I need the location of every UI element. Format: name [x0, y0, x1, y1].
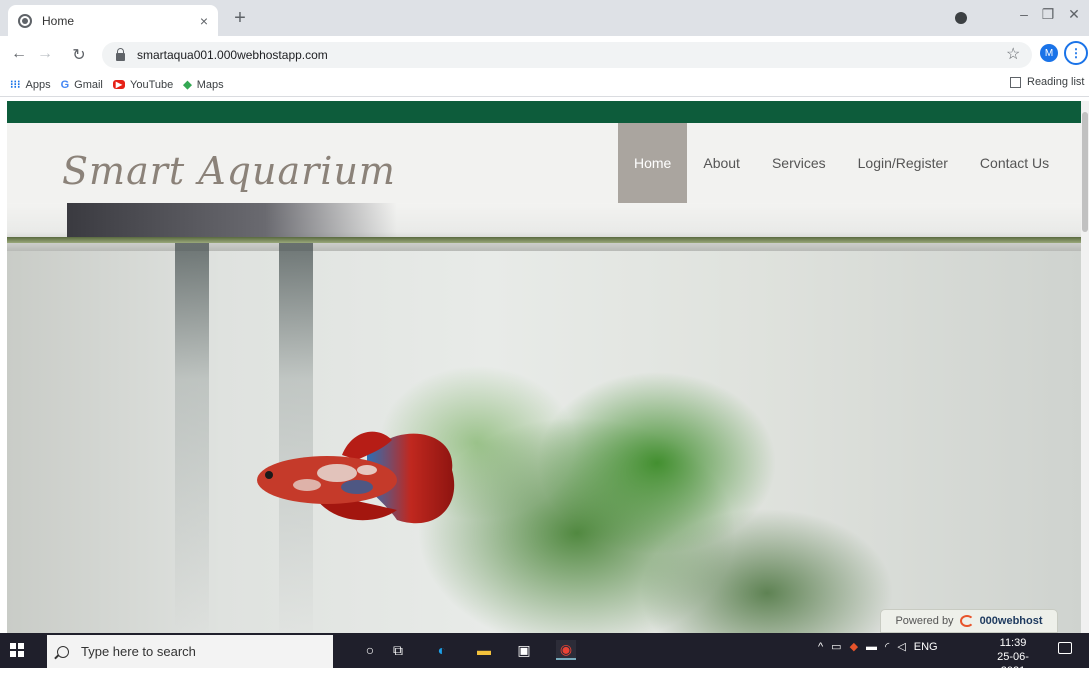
address-bar[interactable]: smartaqua001.000webhostapp.com: [102, 42, 1032, 68]
back-arrow-icon[interactable]: ←: [8, 45, 30, 63]
edge-icon[interactable]: ◐: [432, 640, 452, 660]
bookmark-apps[interactable]: ⁝⁝⁝ Apps: [10, 78, 51, 92]
forward-arrow-icon[interactable]: →: [34, 45, 56, 63]
webpage: Smart Aquarium Home About Services Login…: [7, 101, 1081, 633]
bookmark-label: Maps: [196, 78, 224, 91]
restore-button[interactable]: ❐: [1036, 6, 1060, 23]
maps-icon: ◆: [183, 79, 192, 91]
taskbar-search[interactable]: Type here to search: [47, 635, 333, 668]
bookmark-label: Gmail: [74, 78, 103, 91]
bookmark-maps[interactable]: ◆ Maps: [183, 78, 224, 92]
tray-app-icon[interactable]: ◆: [850, 640, 858, 653]
top-green-bar: [7, 101, 1081, 123]
reload-icon[interactable]: ↻: [68, 45, 90, 65]
nav-contact-us[interactable]: Contact Us: [964, 123, 1065, 203]
powered-brand-text: 000webhost: [979, 615, 1043, 627]
bookmark-label: YouTube: [130, 78, 174, 91]
powered-by-text: Powered by: [895, 615, 954, 627]
000webhost-logo-icon: [959, 615, 974, 627]
chrome-icon[interactable]: ◉: [556, 640, 576, 660]
wifi-icon[interactable]: ◜: [885, 640, 889, 653]
system-tray: ^ ▭ ◆ ▬ ◜ ◁ ENG: [818, 640, 938, 654]
task-view-icon[interactable]: ⧉: [388, 640, 408, 660]
taskbar-clock[interactable]: 11:39 25-06-2021: [988, 636, 1038, 678]
notification-icon[interactable]: [1058, 642, 1072, 654]
reading-list-button[interactable]: Reading list: [1010, 76, 1084, 88]
search-icon: [57, 645, 69, 658]
tank-shadow: [67, 203, 397, 237]
nav-about[interactable]: About: [687, 123, 756, 203]
filter-tube: [175, 243, 209, 633]
lock-icon: [116, 48, 125, 61]
powered-by-badge[interactable]: Powered by 000webhost: [880, 609, 1058, 633]
hero-aquarium-image: [7, 203, 1081, 633]
show-hidden-icons[interactable]: ^: [818, 641, 823, 653]
nav-login-register[interactable]: Login/Register: [842, 123, 964, 203]
nav-home[interactable]: Home: [618, 123, 688, 203]
new-tab-button[interactable]: +: [228, 7, 252, 30]
profile-avatar[interactable]: M: [1040, 44, 1058, 62]
bookmark-star-icon[interactable]: ☆: [1006, 44, 1020, 64]
apps-grid-icon: ⁝⁝⁝: [10, 79, 21, 91]
clock-time: 11:39: [999, 637, 1027, 649]
main-nav: Home About Services Login/Register Conta…: [618, 123, 1065, 203]
windows-start-icon[interactable]: [10, 643, 24, 657]
betta-fish-image: [257, 431, 455, 524]
browser-menu-button[interactable]: ⋮: [1064, 41, 1088, 65]
cortana-icon[interactable]: ○: [360, 640, 380, 660]
site-header: Smart Aquarium Home About Services Login…: [7, 123, 1081, 203]
minimize-button[interactable]: –: [1012, 6, 1036, 22]
language-indicator[interactable]: ENG: [914, 641, 938, 653]
bookmark-youtube[interactable]: ▶ YouTube: [112, 78, 174, 91]
bookmarks-bar: ⁝⁝⁝ Apps G Gmail ▶ YouTube ◆ Maps: [0, 73, 1089, 97]
reading-list-label: Reading list: [1027, 76, 1085, 88]
clock-date: 25-06-2021: [997, 651, 1029, 677]
record-icon[interactable]: [955, 12, 967, 24]
browser-tab[interactable]: Home ×: [8, 5, 218, 36]
store-icon[interactable]: ▣: [514, 640, 534, 660]
google-icon: G: [60, 78, 70, 91]
volume-icon[interactable]: ◁: [897, 640, 905, 653]
globe-icon: [18, 13, 32, 28]
file-explorer-icon[interactable]: ▬: [474, 640, 494, 660]
reading-list-icon: [1010, 76, 1021, 88]
tab-title: Home: [42, 13, 75, 28]
search-placeholder: Type here to search: [81, 644, 196, 659]
battery-icon[interactable]: ▬: [866, 641, 877, 653]
bookmark-label: Apps: [25, 78, 51, 91]
youtube-icon: ▶: [112, 80, 126, 89]
water-line: [7, 237, 1081, 243]
nav-services[interactable]: Services: [756, 123, 842, 203]
bookmark-gmail[interactable]: G Gmail: [61, 79, 103, 91]
scrollbar-thumb[interactable]: [1082, 112, 1088, 232]
tray-app-icon[interactable]: ▭: [831, 640, 841, 653]
tab-close-button[interactable]: ×: [200, 13, 208, 29]
close-window-button[interactable]: ✕: [1062, 6, 1086, 23]
site-logo[interactable]: Smart Aquarium: [62, 149, 396, 193]
url-text: smartaqua001.000webhostapp.com: [137, 48, 328, 62]
